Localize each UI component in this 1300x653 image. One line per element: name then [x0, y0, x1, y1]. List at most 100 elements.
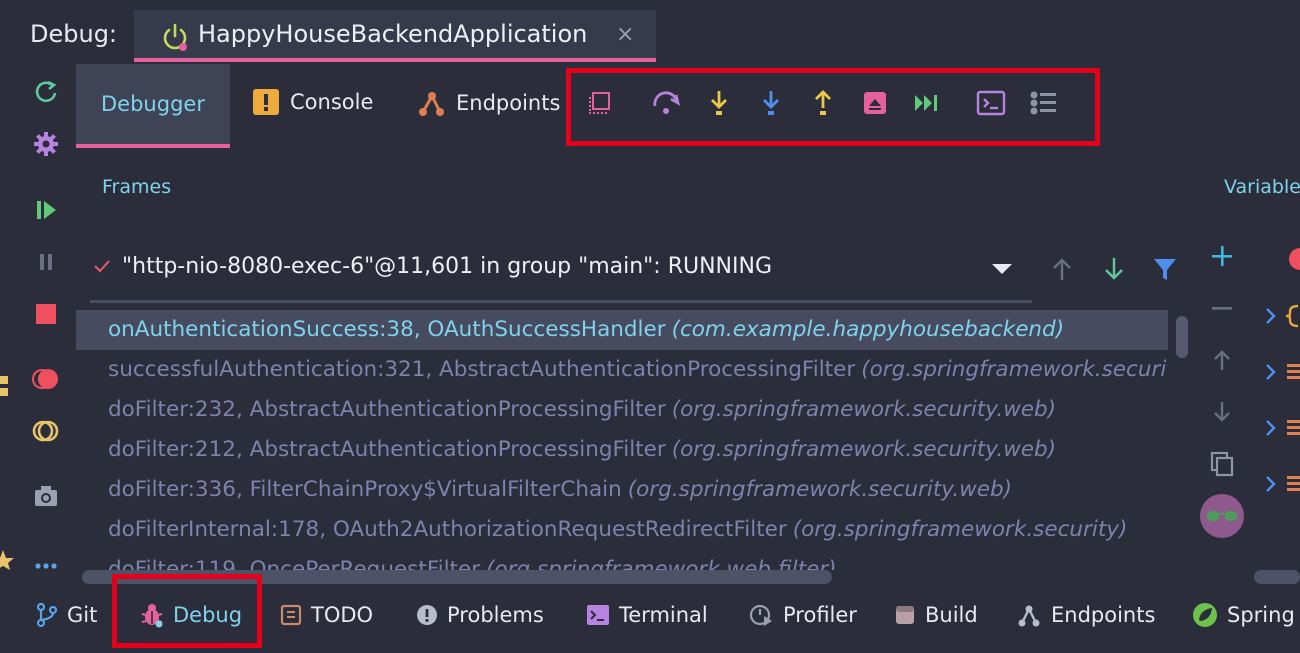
profiler-icon: [748, 602, 774, 628]
frame-package: (org.springframework.security.web): [627, 477, 1013, 502]
run-to-cursor-icon[interactable]: [912, 88, 942, 118]
frame-method: successfulAuthentication:321, AbstractAu…: [108, 357, 856, 382]
variables-horizontal-scrollbar[interactable]: [1254, 570, 1300, 584]
chevron-right-icon[interactable]: [1260, 474, 1280, 494]
frames-title: Frames: [102, 176, 172, 198]
frame-method: doFilter:336, FilterChainProxy$VirtualFi…: [108, 477, 622, 502]
list-item[interactable]: onAuthenticationSuccess:38, OAuthSuccess…: [76, 310, 1168, 350]
chevron-down-icon[interactable]: [990, 260, 1014, 278]
frame-method: doFilter:119, OncePerRequestFilter: [108, 557, 481, 570]
frame-method: doFilter:212, AbstractAuthenticationProc…: [108, 437, 666, 462]
force-step-into-icon[interactable]: [756, 88, 786, 118]
camera-icon[interactable]: [30, 480, 62, 512]
frame-method: doFilterInternal:178, OAuth2Authorizatio…: [108, 517, 787, 542]
add-watch-icon[interactable]: [1208, 242, 1236, 270]
drop-frame-icon[interactable]: [860, 88, 890, 118]
view-breakpoints-icon[interactable]: [30, 362, 62, 394]
tool-build[interactable]: Build: [894, 600, 978, 630]
previous-frame-icon[interactable]: [1050, 256, 1074, 282]
more-icon[interactable]: [30, 554, 62, 578]
frame-method: onAuthenticationSuccess:38, OAuthSuccess…: [108, 317, 666, 342]
tab-endpoints-label: Endpoints: [456, 91, 561, 115]
tool-build-label: Build: [925, 603, 978, 627]
pause-icon[interactable]: [30, 246, 62, 278]
settings-icon[interactable]: [30, 128, 62, 160]
endpoints-icon: [416, 88, 446, 118]
move-down-icon[interactable]: [1208, 398, 1236, 426]
field-variable-icon: [1284, 418, 1300, 438]
thread-label: "http-nio-8080-exec-6"@11,601 in group "…: [122, 254, 772, 279]
list-item[interactable]: doFilter:336, FilterChainProxy$VirtualFi…: [76, 470, 1168, 510]
endpoints-icon: [1016, 602, 1042, 628]
build-icon: [894, 604, 916, 626]
frame-package: (org.springframework.security): [792, 517, 1128, 542]
frame-package: (com.example.happyhousebackend): [671, 317, 1065, 342]
list-item[interactable]: doFilter:119, OncePerRequestFilter (org.s…: [76, 550, 1168, 570]
chevron-right-icon[interactable]: [1260, 418, 1280, 438]
copy-icon[interactable]: [1208, 450, 1236, 478]
filter-icon[interactable]: [1152, 256, 1178, 282]
list-item[interactable]: doFilterInternal:178, OAuth2Authorizatio…: [76, 510, 1168, 550]
resume-icon[interactable]: [30, 194, 62, 226]
trace-list-icon[interactable]: [1028, 88, 1058, 118]
frame-method: doFilter:232, AbstractAuthenticationProc…: [108, 397, 666, 422]
close-icon[interactable]: ×: [616, 22, 634, 47]
object-variable-icon: [1284, 304, 1300, 328]
tool-profiler[interactable]: Profiler: [748, 600, 857, 630]
mute-breakpoints-icon[interactable]: [30, 414, 62, 446]
power-icon: [160, 22, 190, 52]
breakpoint-icon: [1282, 244, 1300, 274]
tool-spring[interactable]: Spring: [1192, 600, 1295, 630]
step-over-icon[interactable]: [652, 88, 682, 118]
tool-todo[interactable]: TODO: [280, 600, 373, 630]
frame-package: (org.springframework.security.web): [861, 357, 1168, 382]
step-out-icon[interactable]: [808, 88, 838, 118]
move-up-icon[interactable]: [1208, 346, 1236, 374]
frames-vertical-scrollbar[interactable]: [1176, 316, 1188, 358]
tab-console-label: Console: [290, 90, 374, 114]
next-frame-icon[interactable]: [1102, 256, 1126, 282]
structure-side-tab[interactable]: [0, 270, 18, 410]
spring-icon: [1192, 602, 1218, 628]
tab-endpoints[interactable]: Endpoints: [416, 88, 560, 118]
check-icon: [92, 256, 112, 276]
evaluate-expression-icon[interactable]: [976, 88, 1006, 118]
tool-terminal-label: Terminal: [619, 603, 708, 627]
step-into-icon[interactable]: [704, 88, 734, 118]
tool-git[interactable]: Git: [36, 600, 97, 630]
tab-console[interactable]: Console: [252, 88, 373, 116]
tool-endpoints-label: Endpoints: [1051, 603, 1156, 627]
list-item[interactable]: doFilter:212, AbstractAuthenticationProc…: [76, 430, 1168, 470]
show-execution-point-icon[interactable]: [584, 88, 614, 118]
console-warning-icon: [252, 88, 280, 116]
variables-title: Variables: [1224, 176, 1300, 198]
field-variable-icon: [1284, 474, 1300, 494]
avatar[interactable]: [1200, 494, 1244, 538]
frame-package: (org.springframework.security.web): [671, 437, 1057, 462]
chevron-right-icon[interactable]: [1260, 362, 1280, 382]
frame-package: (org.springframework.web.filter): [486, 557, 837, 570]
favorites-side-tab[interactable]: [0, 440, 18, 570]
thread-divider: [90, 300, 1032, 303]
list-item[interactable]: successfulAuthentication:321, AbstractAu…: [76, 350, 1168, 390]
frame-package: (org.springframework.security.web): [671, 397, 1057, 422]
remove-watch-icon[interactable]: [1208, 294, 1236, 322]
git-branch-icon: [36, 602, 58, 628]
field-variable-icon: [1284, 362, 1300, 382]
tool-endpoints[interactable]: Endpoints: [1016, 600, 1155, 630]
terminal-icon: [586, 604, 610, 626]
tool-problems-label: Problems: [447, 603, 544, 627]
frames-list: onAuthenticationSuccess:38, OAuthSuccess…: [76, 310, 1168, 570]
tool-profiler-label: Profiler: [783, 603, 857, 627]
tab-debugger[interactable]: Debugger: [76, 64, 230, 148]
tool-problems[interactable]: Problems: [416, 600, 544, 630]
chevron-right-icon[interactable]: [1260, 306, 1280, 326]
debug-label: Debug:: [30, 20, 118, 48]
problems-icon: [416, 604, 438, 626]
debug-tool-highlight: [112, 574, 262, 648]
tool-git-label: Git: [67, 603, 98, 627]
rerun-icon[interactable]: [30, 76, 62, 108]
stop-icon[interactable]: [30, 298, 62, 330]
list-item[interactable]: doFilter:232, AbstractAuthenticationProc…: [76, 390, 1168, 430]
tool-terminal[interactable]: Terminal: [586, 600, 708, 630]
